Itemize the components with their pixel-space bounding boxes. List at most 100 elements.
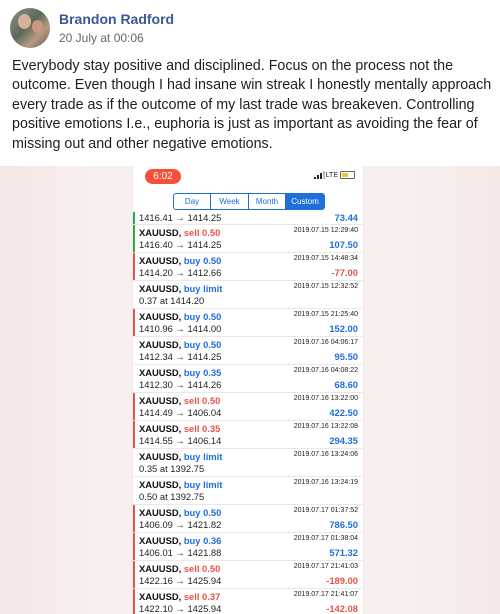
avatar[interactable] xyxy=(10,8,50,48)
trade-detail: 1422.16 → 1425.94 xyxy=(139,575,222,586)
trade-datetime: 2019.07.17 01:38:04 xyxy=(293,535,358,542)
trade-row[interactable]: XAUUSD, sell 0.35 1414.55 → 1406.14 2019… xyxy=(133,421,363,449)
trade-detail: 1414.49 → 1406.04 xyxy=(139,407,222,418)
trade-profit: 107.50 xyxy=(329,239,358,250)
trade-datetime: 2019.07.15 21:25:40 xyxy=(293,311,358,318)
trade-side: sell 0.37 xyxy=(183,591,221,602)
trade-detail: 1416.41 → 1414.25 xyxy=(139,212,222,223)
trade-detail: 1414.55 → 1406.14 xyxy=(139,435,222,446)
trade-row[interactable]: XAUUSD, buy 0.50 1412.34 → 1414.25 2019.… xyxy=(133,337,363,365)
trade-row[interactable]: XAUUSD, buy limit 0.37 at 1414.20 2019.0… xyxy=(133,281,363,309)
trade-datetime: 2019.07.16 04:08:22 xyxy=(293,367,358,374)
trade-profit: 95.50 xyxy=(334,351,358,362)
trade-row[interactable]: XAUUSD, buy limit 0.35 at 1392.75 2019.0… xyxy=(133,449,363,477)
trade-profit: 422.50 xyxy=(329,407,358,418)
trade-symbol: XAUUSD, xyxy=(139,535,182,546)
trade-datetime: 2019.07.17 21:41:03 xyxy=(293,563,358,570)
trade-detail: 1410.96 → 1414.00 xyxy=(139,323,222,334)
trade-symbol: XAUUSD, xyxy=(139,227,182,238)
trade-datetime: 2019.07.17 01:37:52 xyxy=(293,507,358,514)
tab-custom[interactable]: Custom xyxy=(286,194,324,209)
post-photo[interactable]: 6:02 LTE Day Week Month Custom 1416.41 →… xyxy=(0,166,500,614)
trade-detail: 1406.09 → 1421.82 xyxy=(139,519,222,530)
trade-side: buy 0.50 xyxy=(183,311,222,322)
trade-symbol: XAUUSD, xyxy=(139,339,182,350)
trade-symbol: XAUUSD, xyxy=(139,283,182,294)
trade-profit: -142.08 xyxy=(326,603,358,614)
post-header: Brandon Radford 20 July at 00:06 xyxy=(10,8,174,48)
trade-side: buy limit xyxy=(183,283,223,294)
trade-row[interactable]: XAUUSD, buy 0.35 1412.30 → 1414.26 2019.… xyxy=(133,365,363,393)
trade-row[interactable]: XAUUSD, buy 0.36 1406.01 → 1421.88 2019.… xyxy=(133,533,363,561)
trade-row[interactable]: XAUUSD, sell 0.50 1422.16 → 1425.94 2019… xyxy=(133,561,363,589)
trade-detail: 1406.01 → 1421.88 xyxy=(139,547,222,558)
status-indicators: LTE xyxy=(313,171,355,179)
trade-profit: 786.50 xyxy=(329,519,358,530)
status-time: 6:02 xyxy=(145,169,181,184)
trade-row[interactable]: XAUUSD, buy 0.50 1414.20 → 1412.66 2019.… xyxy=(133,253,363,281)
trade-symbol: XAUUSD, xyxy=(139,423,182,434)
tab-day[interactable]: Day xyxy=(174,194,211,209)
trade-side: buy 0.50 xyxy=(183,507,222,518)
trade-symbol: XAUUSD, xyxy=(139,255,182,266)
trade-symbol: XAUUSD, xyxy=(139,479,182,490)
phone-screenshot: 6:02 LTE Day Week Month Custom 1416.41 →… xyxy=(133,166,363,614)
trade-symbol: XAUUSD, xyxy=(139,311,182,322)
trade-profit: 152.00 xyxy=(329,323,358,334)
post-timestamp[interactable]: 20 July at 00:06 xyxy=(59,30,174,46)
trade-datetime: 2019.07.15 12:29:40 xyxy=(293,227,358,234)
trade-detail: 0.35 at 1392.75 xyxy=(139,463,205,474)
trade-detail: 1412.34 → 1414.25 xyxy=(139,351,222,362)
trade-datetime: 2019.07.15 14:48:34 xyxy=(293,255,358,262)
post-text: Everybody stay positive and disciplined.… xyxy=(12,58,492,152)
trade-datetime: 2019.07.16 13:22:00 xyxy=(293,395,358,402)
battery-icon xyxy=(340,171,355,179)
trade-detail: 0.50 at 1392.75 xyxy=(139,491,205,502)
trade-symbol: XAUUSD, xyxy=(139,563,182,574)
trade-row[interactable]: 1416.41 → 1414.25 73.44 xyxy=(133,212,363,225)
trade-symbol: XAUUSD, xyxy=(139,395,182,406)
trade-datetime: 2019.07.17 21:41:07 xyxy=(293,591,358,598)
trade-detail: 1414.20 → 1412.66 xyxy=(139,267,222,278)
trade-symbol: XAUUSD, xyxy=(139,591,182,602)
trade-profit: -77.00 xyxy=(331,267,358,278)
tab-month[interactable]: Month xyxy=(249,194,286,209)
trade-datetime: 2019.07.16 13:22:08 xyxy=(293,423,358,430)
trade-side: sell 0.50 xyxy=(183,395,221,406)
trade-profit: 73.44 xyxy=(334,212,358,223)
trade-datetime: 2019.07.16 04:06:17 xyxy=(293,339,358,346)
trade-detail: 1416.40 → 1414.25 xyxy=(139,239,222,250)
trade-profit: -189.00 xyxy=(326,575,358,586)
trade-symbol: XAUUSD, xyxy=(139,507,182,518)
trade-history-list: 1416.41 → 1414.25 73.44 XAUUSD, sell 0.5… xyxy=(133,212,363,614)
trade-side: sell 0.35 xyxy=(183,423,221,434)
trade-side: sell 0.50 xyxy=(183,563,221,574)
trade-side: sell 0.50 xyxy=(183,227,221,238)
trade-side: buy 0.35 xyxy=(183,367,222,378)
trade-row[interactable]: XAUUSD, buy 0.50 1410.96 → 1414.00 2019.… xyxy=(133,309,363,337)
trade-row[interactable]: XAUUSD, buy 0.50 1406.09 → 1421.82 2019.… xyxy=(133,505,363,533)
period-segmented-control: Day Week Month Custom xyxy=(173,193,325,210)
trade-row[interactable]: XAUUSD, sell 0.50 1416.40 → 1414.25 2019… xyxy=(133,225,363,253)
trade-detail: 1422.10 → 1425.94 xyxy=(139,603,222,614)
trade-side: buy limit xyxy=(183,479,223,490)
trade-row[interactable]: XAUUSD, sell 0.37 1422.10 → 1425.94 2019… xyxy=(133,589,363,614)
trade-row[interactable]: XAUUSD, buy limit 0.50 at 1392.75 2019.0… xyxy=(133,477,363,505)
trade-side: buy 0.50 xyxy=(183,339,222,350)
trade-profit: 571.32 xyxy=(329,547,358,558)
trade-side: buy limit xyxy=(183,451,223,462)
trade-symbol: XAUUSD, xyxy=(139,367,182,378)
tab-week[interactable]: Week xyxy=(211,194,249,209)
trade-symbol: XAUUSD, xyxy=(139,451,182,462)
signal-icon xyxy=(313,171,325,179)
trade-row[interactable]: XAUUSD, sell 0.50 1414.49 → 1406.04 2019… xyxy=(133,393,363,421)
trade-detail: 0.37 at 1414.20 xyxy=(139,295,205,306)
trade-profit: 294.35 xyxy=(329,435,358,446)
network-label: LTE xyxy=(325,171,338,179)
trade-profit: 68.60 xyxy=(334,379,358,390)
status-bar: 6:02 LTE xyxy=(133,166,363,186)
trade-datetime: 2019.07.16 13:24:06 xyxy=(293,451,358,458)
trade-side: buy 0.36 xyxy=(183,535,222,546)
author-name[interactable]: Brandon Radford xyxy=(59,10,174,28)
trade-side: buy 0.50 xyxy=(183,255,222,266)
